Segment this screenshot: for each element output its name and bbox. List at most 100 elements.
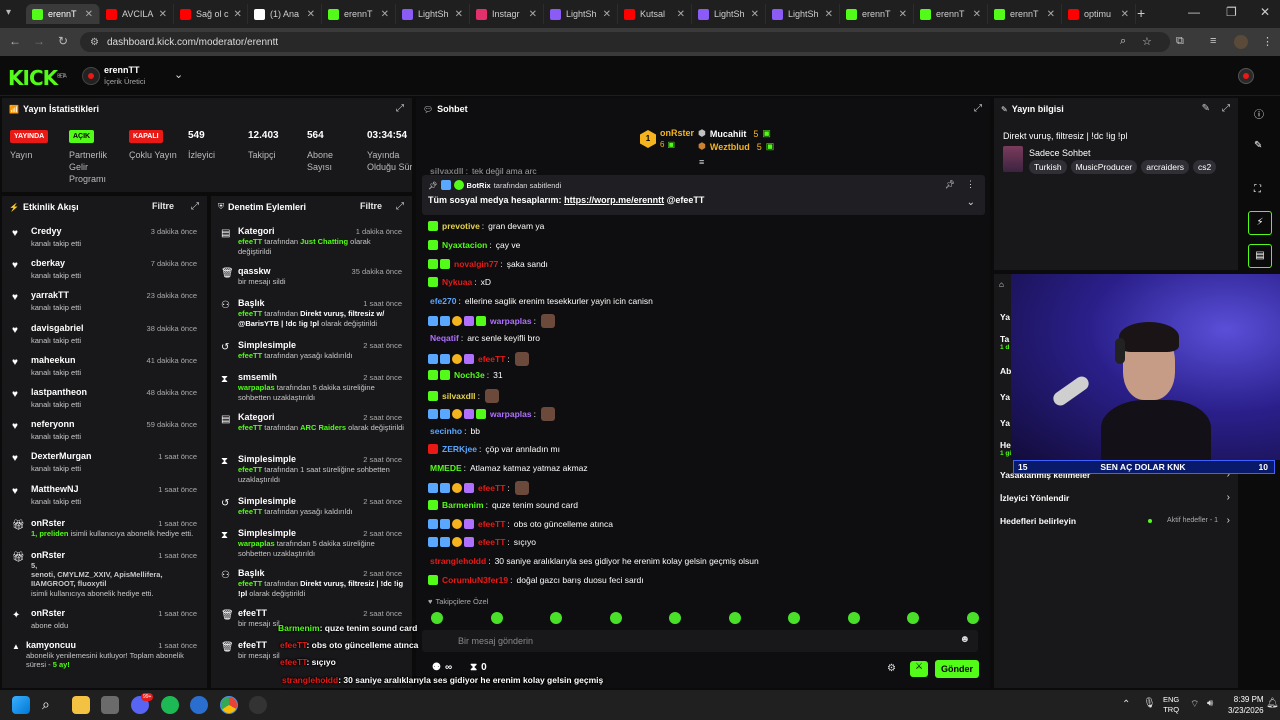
pinned-collapse-chevron-icon[interactable]: ⌄	[967, 197, 975, 208]
chat-message[interactable]: efeeTT: sıçıyo	[428, 537, 536, 547]
notification-bell-icon[interactable]: 🔔︎	[1266, 698, 1279, 709]
tab-close-icon[interactable]: ✕	[825, 9, 833, 20]
leaderboard-toggle-icon[interactable]: ≡	[699, 157, 704, 167]
chat-message[interactable]: silvaxdll: tek değil ama arc	[428, 166, 537, 176]
activity-filter-button[interactable]: Filtre	[152, 201, 174, 211]
pinned-message[interactable]: 📌︎ BotRix tarafından sabitlendi Tüm sosy…	[422, 175, 985, 215]
chat-username[interactable]: silvaxdll	[430, 166, 464, 176]
chat-message[interactable]: Barmenim: quze tenim sound card	[428, 500, 578, 510]
browser-tab[interactable]: erennT ✕	[26, 4, 100, 24]
browser-tab[interactable]: erennT ✕	[914, 4, 988, 24]
stream-tag[interactable]: arcraiders	[1141, 160, 1190, 174]
chat-username[interactable]: Noch3e	[454, 370, 485, 380]
chat-username[interactable]: Nykuaa	[442, 277, 472, 287]
language-code[interactable]: ENG	[1163, 695, 1179, 705]
browser-tab[interactable]: erennT ✕	[988, 4, 1062, 24]
chat-message[interactable]: strangleholdd:30 saniye aralıklarıyla se…	[428, 556, 759, 566]
emoji-icon[interactable]: ☻	[959, 634, 970, 645]
browser-tab[interactable]: Instagr ✕	[470, 4, 544, 24]
forward-button[interactable]: →	[28, 34, 50, 48]
note-icon[interactable]: ▤	[1248, 244, 1272, 268]
user-avatar[interactable]	[1238, 68, 1254, 84]
browser-tab[interactable]: LightSh ✕	[766, 4, 840, 24]
tab-close-icon[interactable]: ✕	[899, 9, 907, 20]
channel-avatar[interactable]	[82, 67, 100, 85]
tab-close-icon[interactable]: ✕	[234, 9, 242, 20]
chat-username[interactable]: efe270	[430, 296, 456, 306]
clock-time[interactable]: 8:39 PM	[1228, 694, 1264, 705]
chat-username[interactable]: ZERKjee	[442, 444, 477, 454]
chat-username[interactable]: efeeTT	[478, 483, 505, 493]
settings-row-partial[interactable]: Ya	[1000, 392, 1010, 402]
pinned-link[interactable]: https://worp.me/erenntt	[564, 195, 664, 205]
chrome-icon[interactable]	[220, 696, 238, 714]
extensions-icon[interactable]: ⧉	[1176, 35, 1184, 48]
unpin-icon[interactable]: 📌︎	[945, 180, 955, 189]
settings-row[interactable]: Hedefleri belirleyin Aktif hedefler - 1 ›	[1000, 515, 1232, 530]
tab-close-icon[interactable]: ✕	[529, 9, 537, 20]
store-icon[interactable]	[101, 696, 119, 714]
chat-message[interactable]: Nyaxtacion: çay ve	[428, 240, 520, 250]
settings-row-partial[interactable]: Ta	[1000, 334, 1009, 344]
settings-row-partial[interactable]: He	[1000, 440, 1011, 450]
back-button[interactable]: ←	[4, 34, 26, 48]
expand-icon[interactable]: ⤢	[396, 201, 404, 212]
emote-button[interactable]	[431, 612, 443, 624]
leader-item[interactable]: ⬢ Weztblud 5 ▣	[698, 141, 774, 152]
chat-message[interactable]: novalgin77: şaka sandı	[428, 259, 548, 269]
settings-row-partial[interactable]: Ab	[1000, 366, 1011, 376]
close-window-button[interactable]: ✕	[1260, 5, 1270, 19]
minimize-button[interactable]: —	[1188, 5, 1200, 19]
bolt-icon[interactable]: ⚡︎	[1248, 211, 1272, 235]
bookmark-star-icon[interactable]: ☆	[1142, 35, 1152, 48]
chat-username[interactable]: efeeTT	[478, 519, 505, 529]
browser-tab[interactable]: AVCILA ✕	[100, 4, 174, 24]
chat-username[interactable]: strangleholdd	[430, 556, 486, 566]
chat-message[interactable]: silvaxdll:	[428, 389, 499, 403]
info-icon[interactable]: ⓘ	[1254, 106, 1264, 121]
chat-message[interactable]: efeeTT:	[428, 481, 529, 495]
tab-close-icon[interactable]: ✕	[1121, 9, 1129, 20]
tab-close-icon[interactable]: ✕	[381, 9, 389, 20]
chat-username[interactable]: silvaxdll	[442, 391, 476, 401]
leader-item[interactable]: ⬢ Mucahiit 5 ▣	[698, 128, 771, 139]
chat-mod-icon[interactable]: ⚔	[910, 661, 928, 677]
tab-close-icon[interactable]: ✕	[159, 9, 167, 20]
zoom-icon[interactable]: ⌕	[1120, 35, 1126, 48]
edit-icon[interactable]: ✎	[1202, 103, 1210, 114]
site-info-icon[interactable]: ⚙	[90, 37, 99, 48]
obs-icon[interactable]	[249, 696, 267, 714]
emote-button[interactable]	[669, 612, 681, 624]
chat-message[interactable]: Neqatif: arc senle keyifli bro	[428, 333, 540, 343]
tab-close-icon[interactable]: ✕	[1047, 9, 1055, 20]
chat-message[interactable]: secinho: bb	[428, 426, 480, 436]
chat-username[interactable]: Neqatif	[430, 333, 459, 343]
tray-chevron-icon[interactable]: ⌃	[1122, 699, 1130, 710]
url-field[interactable]: ⚙ dashboard.kick.com/moderator/erenntt	[80, 32, 1170, 52]
stream-tag[interactable]: cs2	[1193, 160, 1217, 174]
expand-icon[interactable]: ⤢	[396, 103, 404, 114]
chat-message[interactable]: efe270: ellerine saglik erenim tesekkurle…	[428, 296, 653, 306]
chat-input[interactable]: Bir mesaj gönderin ☻	[422, 630, 978, 652]
pinned-menu-icon[interactable]: ⋮	[966, 179, 975, 190]
chat-message[interactable]: ZERKjee: çöp var annladın mı	[428, 444, 560, 454]
reload-button[interactable]: ↻	[52, 34, 74, 48]
chat-username[interactable]: CorumluN3fer19	[442, 575, 508, 585]
mic-icon[interactable]: 🎙︎	[1143, 698, 1156, 709]
chat-message[interactable]: MMEDE: Atlamaz katmaz yatmaz akmaz	[428, 463, 588, 473]
settings-row[interactable]: İzleyici Yönlendir ›	[1000, 492, 1232, 507]
chat-username[interactable]: MMEDE	[430, 463, 462, 473]
new-tab-button[interactable]: +	[1137, 5, 1145, 21]
browser-tab[interactable]: erennT ✕	[840, 4, 914, 24]
chat-settings-icon[interactable]: ⚙	[887, 663, 896, 674]
chat-message[interactable]: warpaplas:	[428, 407, 555, 421]
expand-icon[interactable]: ⤢	[1222, 103, 1230, 114]
tab-close-icon[interactable]: ✕	[85, 9, 93, 20]
volume-icon[interactable]: 🔊︎	[1207, 698, 1213, 709]
maximize-button[interactable]: ❐	[1226, 5, 1237, 19]
wifi-icon[interactable]: ⌔	[1190, 698, 1199, 711]
browser-tab[interactable]: Kutsal ✕	[618, 4, 692, 24]
windows-start-icon[interactable]	[12, 696, 30, 714]
popout-icon[interactable]: ⤢	[974, 103, 982, 114]
browser-tab[interactable]: LightSh ✕	[692, 4, 766, 24]
